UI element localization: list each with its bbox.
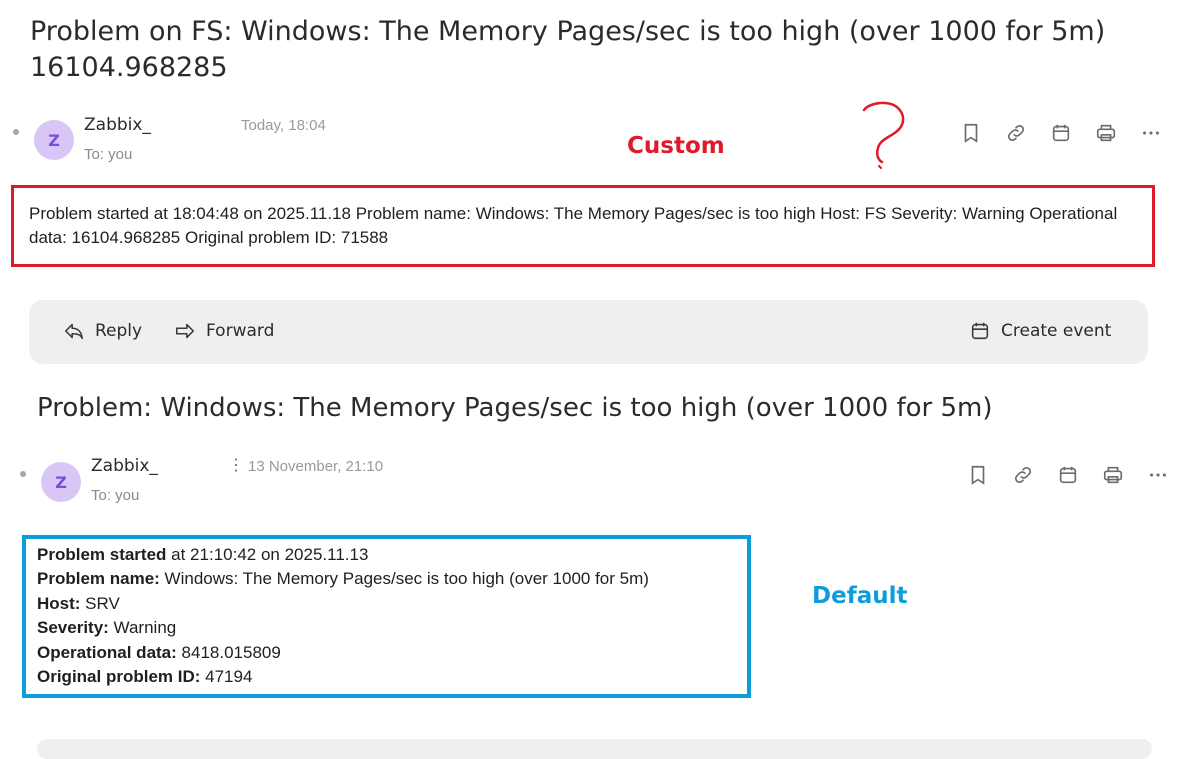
unread-dot [13,129,19,135]
body-line-severity: Severity: Warning [37,616,649,640]
email2-body: Problem started at 21:10:42 on 2025.11.1… [37,543,649,689]
email1-toolbar [948,120,1173,146]
body-line-problem-name: Problem name: Windows: The Memory Pages/… [37,567,649,591]
avatar[interactable]: Z [34,120,74,160]
body-line-original-problem-id: Original problem ID: 47194 [37,665,649,689]
reply-button[interactable]: Reply [63,320,142,342]
link-icon[interactable] [1000,462,1045,488]
calendar-icon[interactable] [1038,120,1083,146]
field-label: Severity: [37,618,109,638]
calendar-icon [971,322,989,340]
sender-name[interactable]: Zabbix_ [84,115,151,135]
custom-annotation-colored: Custom [627,133,725,159]
field-value: 47194 [200,667,253,687]
email-timestamp: 13 November, 21:10 [248,458,384,475]
forward-button[interactable]: Forward [174,320,274,342]
more-icon[interactable] [1135,462,1180,488]
recipient-line[interactable]: To: you [84,146,132,163]
print-icon[interactable] [1090,462,1135,488]
field-label: Original problem ID: [37,667,201,687]
email2-subject: Problem: Windows: The Memory Pages/sec i… [37,393,993,423]
action-bar [37,739,1152,759]
email1-body: Problem started at 18:04:48 on 2025.11.1… [29,204,1118,247]
field-value: 8418.015809 [176,642,281,662]
create-event-label: Create event [1001,321,1112,341]
field-label: Operational data: [37,642,177,662]
body-line-host: Host: SRV [37,592,649,616]
field-value: at 21:10:42 on 2025.11.13 [166,545,369,564]
sender-menu-icon[interactable]: ⋮ [228,455,244,475]
reply-label: Reply [95,321,143,341]
unread-dot [20,471,26,477]
create-event-button[interactable]: Create event [969,320,1111,342]
sender-name[interactable]: Zabbix_ [91,456,158,476]
email-timestamp: Today, 18:04 [241,117,326,134]
email1-subject: Problem on FS: Windows: The Memory Pages… [30,16,1106,83]
field-value: Windows: The Memory Pages/sec is too hig… [159,569,649,589]
field-label: Problem name: [37,569,160,589]
body-line-operational-data: Operational data: 8418.015809 [37,641,649,665]
more-icon[interactable] [1128,120,1173,146]
reply-icon [64,323,84,340]
question-mark-scribble [862,101,905,169]
email2-toolbar [955,462,1180,488]
print-icon[interactable] [1083,120,1128,146]
field-label: Host: [37,593,81,613]
body-line-problem-started: Problem started at 21:10:42 on 2025.11.1… [37,543,649,567]
calendar-icon[interactable] [1045,462,1090,488]
avatar[interactable]: Z [41,462,81,502]
link-icon[interactable] [993,120,1038,146]
forward-icon [175,323,195,339]
forward-label: Forward [206,321,275,341]
field-value: Warning [108,618,177,638]
field-label: Problem started [37,545,167,564]
bookmark-icon[interactable] [955,462,1000,488]
recipient-line[interactable]: To: you [91,487,139,504]
bookmark-icon[interactable] [948,120,993,146]
default-annotation: Default [812,583,908,609]
field-value: SRV [80,593,120,613]
